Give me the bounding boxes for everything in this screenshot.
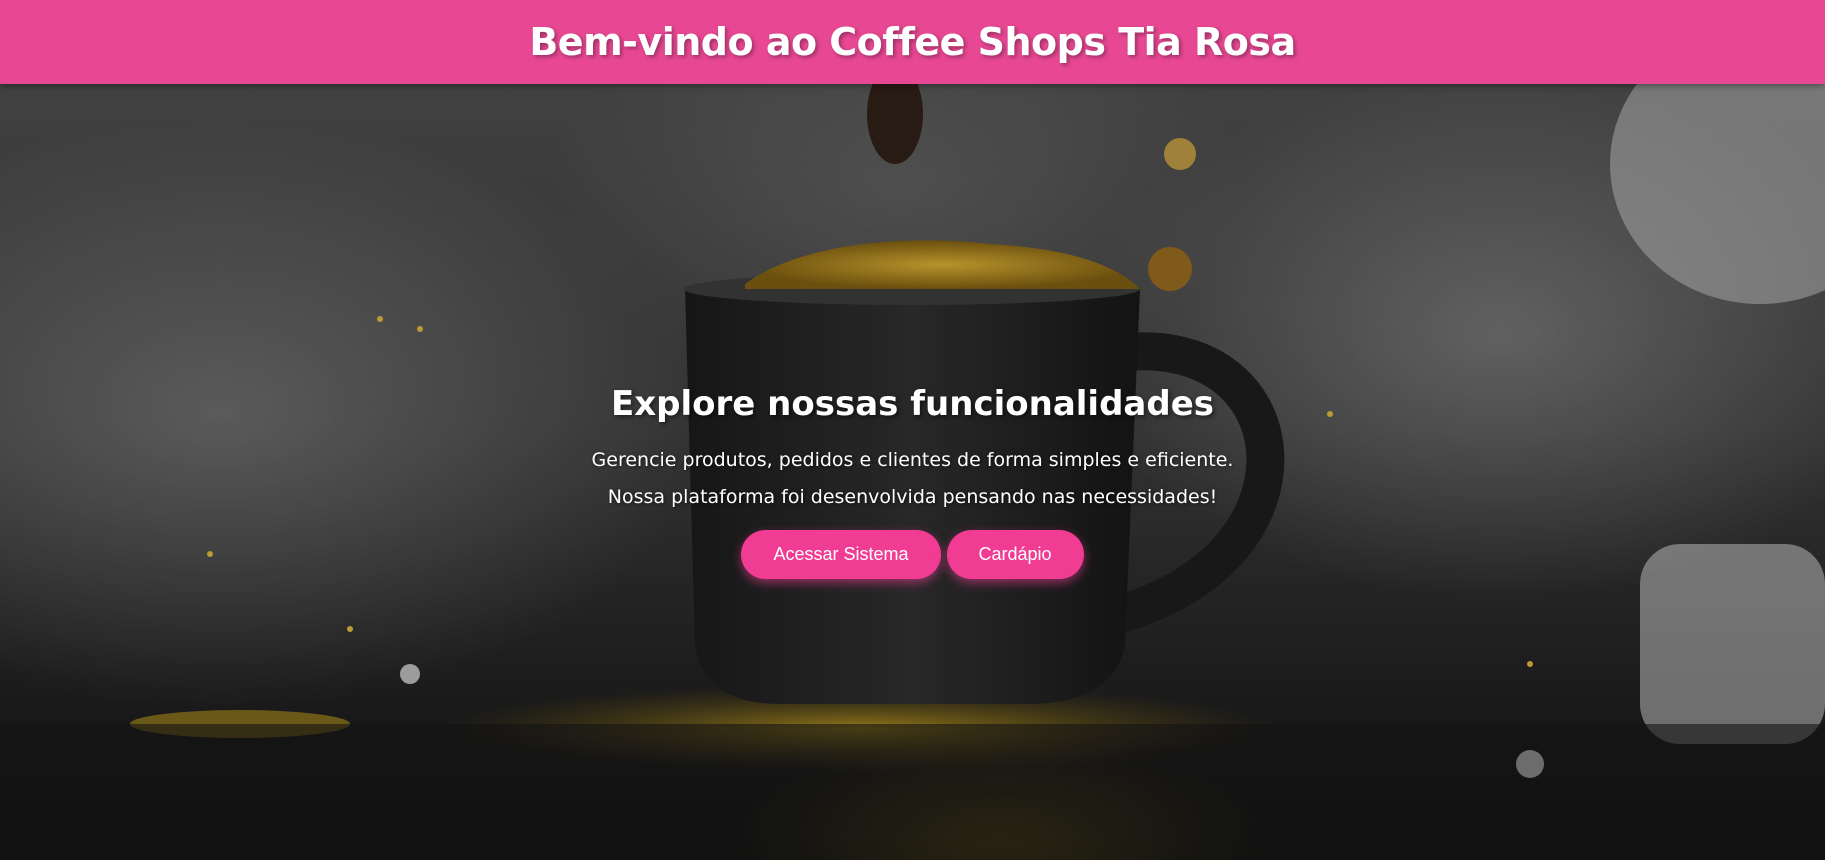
menu-button[interactable]: Cardápio [946, 530, 1084, 579]
access-system-button[interactable]: Acessar Sistema [741, 530, 941, 579]
page-title: Bem-vindo ao Coffee Shops Tia Rosa [529, 20, 1296, 64]
hero-description-line-1: Gerencie produtos, pedidos e clientes de… [591, 449, 1234, 471]
hero-heading: Explore nossas funcionalidades [611, 384, 1214, 424]
hero-buttons: Acessar Sistema Cardápio [0, 530, 1825, 579]
hero-description-line-2: Nossa plataforma foi desenvolvida pensan… [607, 486, 1218, 508]
hero-section: Explore nossas funcionalidades Gerencie … [0, 84, 1825, 860]
site-header: Bem-vindo ao Coffee Shops Tia Rosa [0, 0, 1825, 84]
hero-content: Explore nossas funcionalidades Gerencie … [0, 384, 1825, 579]
